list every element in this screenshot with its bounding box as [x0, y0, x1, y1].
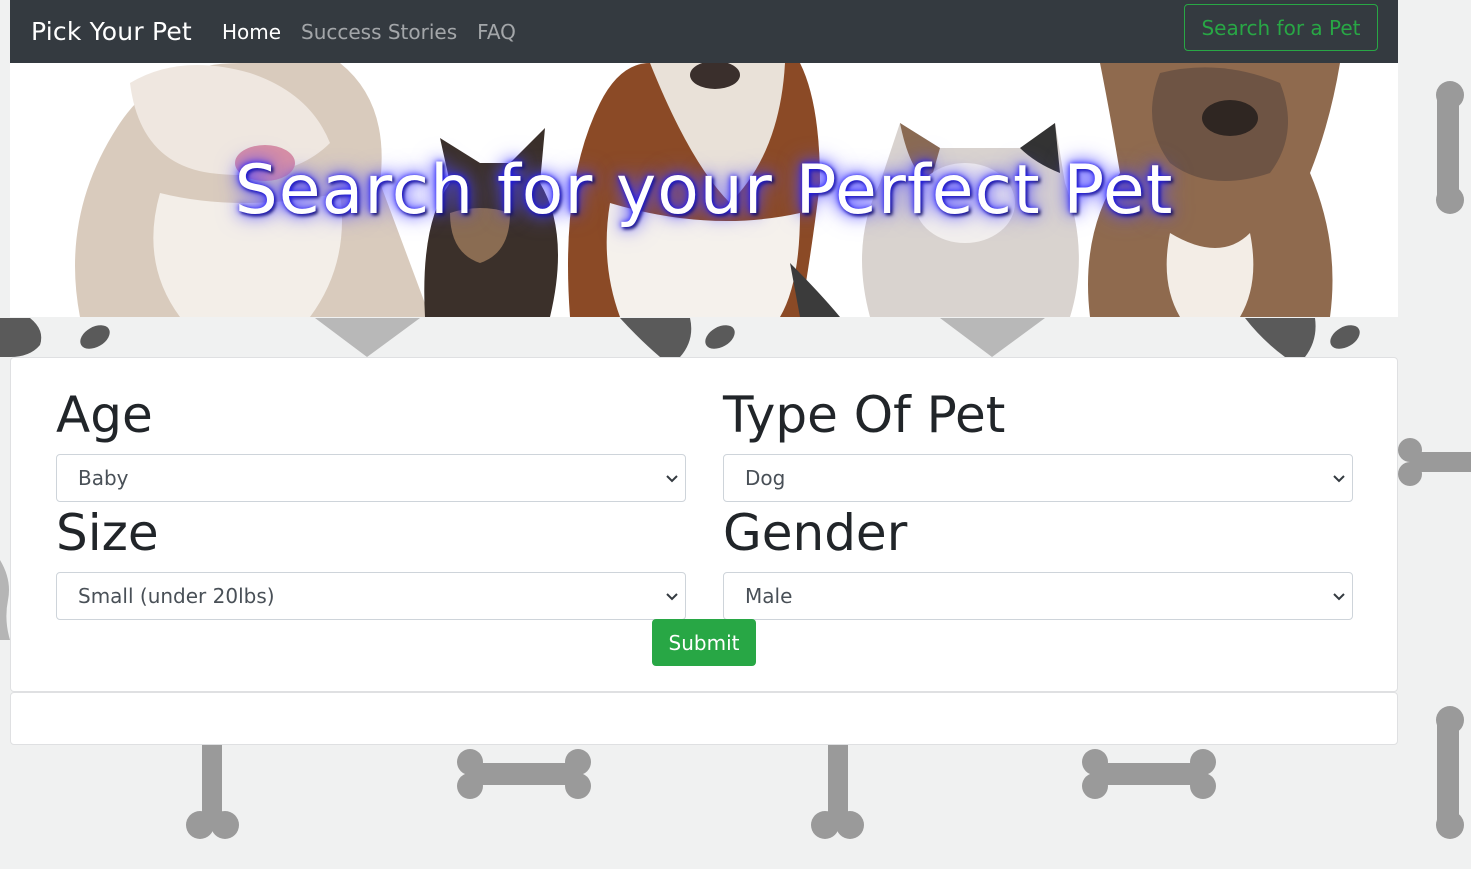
- hero-banner: Search for your Perfect Pet: [10, 63, 1398, 317]
- submit-button[interactable]: Submit: [652, 619, 756, 666]
- search-form-card: Age Baby Type Of Pet Dog Size Small (und…: [10, 357, 1398, 692]
- nav-link-success-stories[interactable]: Success Stories: [301, 20, 457, 44]
- type-of-pet-select[interactable]: Dog: [723, 454, 1353, 502]
- nav-link-home[interactable]: Home: [222, 20, 281, 44]
- main-container: Pick Your Pet Home Success Stories FAQ S…: [10, 0, 1398, 317]
- nav-link-faq[interactable]: FAQ: [477, 20, 516, 44]
- search-for-pet-button[interactable]: Search for a Pet: [1184, 4, 1378, 51]
- chevron-down-icon: [1333, 475, 1345, 483]
- type-of-pet-select-value: Dog: [745, 466, 786, 490]
- size-select[interactable]: Small (under 20lbs): [56, 572, 686, 620]
- age-label: Age: [56, 386, 153, 444]
- navbar: Pick Your Pet Home Success Stories FAQ S…: [10, 0, 1398, 63]
- age-select[interactable]: Baby: [56, 454, 686, 502]
- hero-title: Search for your Perfect Pet: [234, 151, 1174, 230]
- chevron-down-icon: [1333, 593, 1345, 601]
- chevron-down-icon: [666, 475, 678, 483]
- size-label: Size: [56, 504, 159, 562]
- age-select-value: Baby: [78, 466, 129, 490]
- gender-select-value: Male: [745, 584, 793, 608]
- type-of-pet-label: Type Of Pet: [723, 386, 1006, 444]
- gender-label: Gender: [723, 504, 908, 562]
- brand-logo[interactable]: Pick Your Pet: [31, 17, 192, 46]
- gender-select[interactable]: Male: [723, 572, 1353, 620]
- size-select-value: Small (under 20lbs): [78, 584, 275, 608]
- results-card: [10, 692, 1398, 745]
- chevron-down-icon: [666, 593, 678, 601]
